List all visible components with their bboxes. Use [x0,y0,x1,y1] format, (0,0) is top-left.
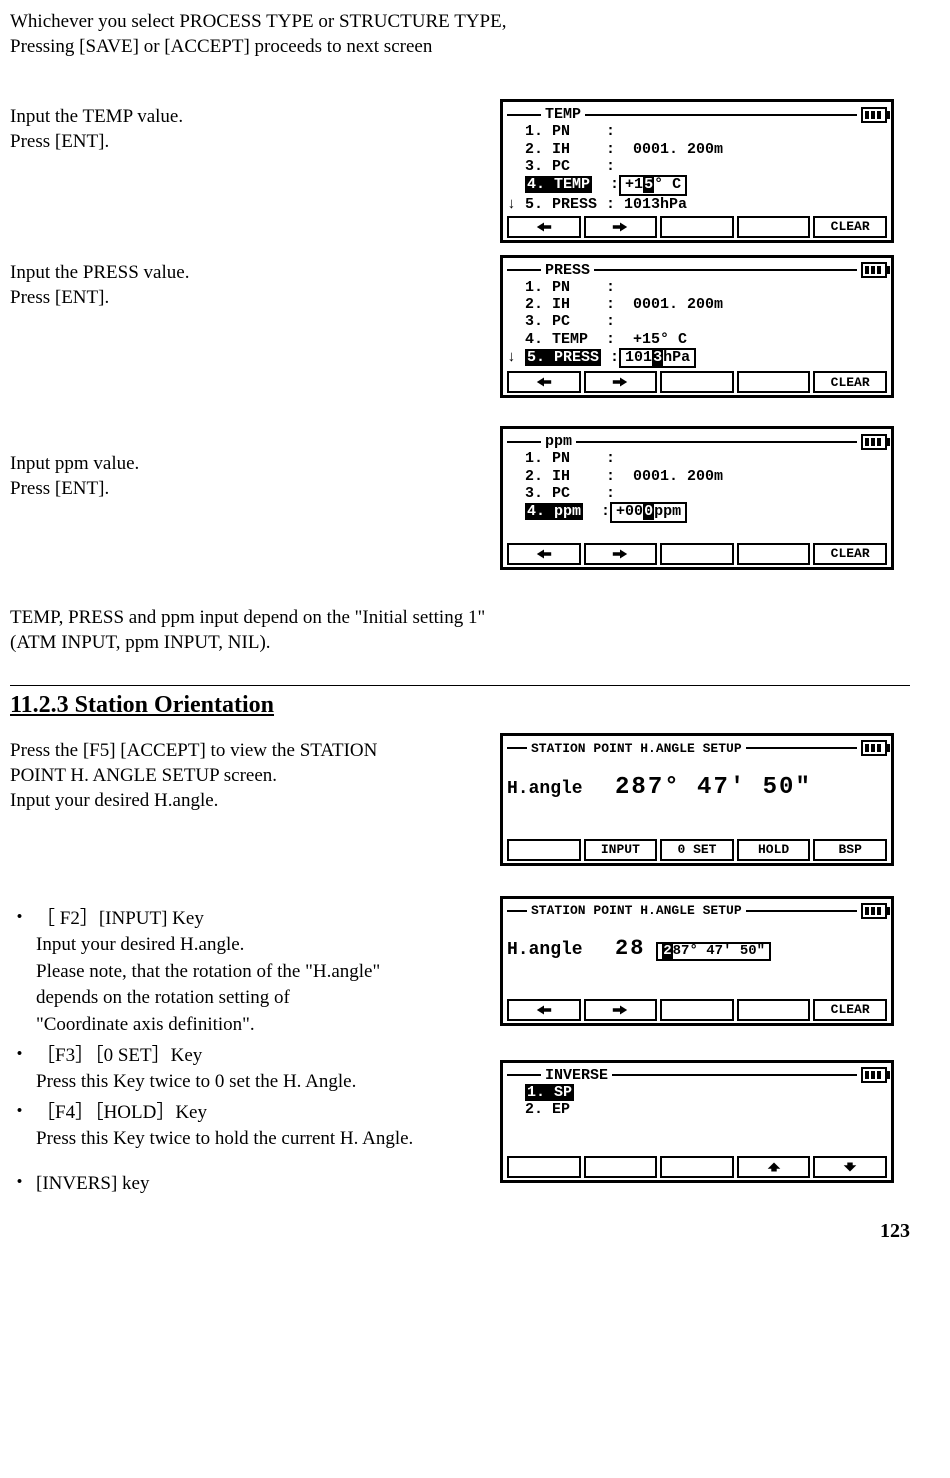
softkey-right-arrow[interactable] [584,216,658,238]
softkey-clear[interactable]: CLEAR [813,216,887,238]
lcd-title: PRESS [545,262,590,279]
softkey-empty[interactable] [737,216,811,238]
ppm-instruction: Input ppm value. Press [ENT]. [10,426,500,501]
softkey-empty[interactable] [737,999,811,1021]
orientation-instruction: Press the [F5] [ACCEPT] to view the STAT… [10,733,500,813]
press-instruction: Input the PRESS value. Press [ENT]. [10,255,500,310]
softkey-left-arrow[interactable] [507,216,581,238]
softkey-0set[interactable]: 0 SET [660,839,734,861]
softkey-right-arrow[interactable] [584,371,658,393]
softkey-right-arrow[interactable] [584,999,658,1021]
battery-icon [861,1067,887,1083]
softkey-empty[interactable] [584,1156,658,1178]
softkey-empty[interactable] [660,1156,734,1178]
section-heading: 11.2.3 Station Orientation [10,692,910,719]
battery-icon [861,107,887,123]
lcd-hangle1-screen: STATION POINT H.ANGLE SETUP H.angle 287°… [500,733,894,865]
lcd-title: STATION POINT H.ANGLE SETUP [531,741,742,756]
softkey-left-arrow[interactable] [507,543,581,565]
lcd-temp-screen: TEMP 1. PN : 2. IH : 0001. 200m 3. PC : … [500,99,894,243]
lcd-press-screen: PRESS 1. PN : 2. IH : 0001. 200m 3. PC :… [500,255,894,399]
lcd-title: STATION POINT H.ANGLE SETUP [531,903,742,918]
softkey-input[interactable]: INPUT [584,839,658,861]
intro-line1: Whichever you select PROCESS TYPE or STR… [10,10,910,35]
softkey-empty[interactable] [660,543,734,565]
softkey-left-arrow[interactable] [507,999,581,1021]
lcd-title: INVERSE [545,1067,608,1084]
softkey-empty[interactable] [737,543,811,565]
softkey-empty[interactable] [660,999,734,1021]
softkey-empty[interactable] [507,1156,581,1178]
battery-icon [861,903,887,919]
softkey-up-arrow[interactable] [737,1156,811,1178]
softkey-empty[interactable] [660,216,734,238]
softkey-empty[interactable] [737,371,811,393]
battery-icon [861,740,887,756]
page-number: 123 [10,1220,910,1243]
section-divider [10,685,910,686]
mid-note: TEMP, PRESS and ppm input depend on the … [10,606,910,655]
lcd-ppm-screen: ppm 1. PN : 2. IH : 0001. 200m 3. PC : 4… [500,426,894,570]
softkey-left-arrow[interactable] [507,371,581,393]
softkey-clear[interactable]: CLEAR [813,543,887,565]
lcd-title: ppm [545,433,572,450]
softkey-bsp[interactable]: BSP [813,839,887,861]
softkey-clear[interactable]: CLEAR [813,999,887,1021]
temp-instruction: Input the TEMP value. Press [ENT]. [10,99,500,154]
softkey-down-arrow[interactable] [813,1156,887,1178]
softkey-clear[interactable]: CLEAR [813,371,887,393]
softkey-empty[interactable] [660,371,734,393]
bullet-f2: ・ ［ F2］[INPUT] Key [10,906,500,933]
bullet-f3: ・ ［F3］［0 SET］Key [10,1043,500,1070]
battery-icon [861,434,887,450]
lcd-inverse-screen: INVERSE 1. SP 2. EP [500,1060,894,1183]
softkey-empty[interactable] [507,839,581,861]
bullet-f4: ・ ［F4］［HOLD］Key [10,1100,500,1127]
battery-icon [861,262,887,278]
intro-line2: Pressing [SAVE] or [ACCEPT] proceeds to … [10,35,910,60]
softkey-hold[interactable]: HOLD [737,839,811,861]
lcd-title: TEMP [545,106,581,123]
softkey-right-arrow[interactable] [584,543,658,565]
intro-text: Whichever you select PROCESS TYPE or STR… [10,10,910,59]
lcd-hangle2-screen: STATION POINT H.ANGLE SETUP H.angle 28 2… [500,896,894,1026]
bullet-invers: ・ [INVERS] key [10,1171,500,1198]
